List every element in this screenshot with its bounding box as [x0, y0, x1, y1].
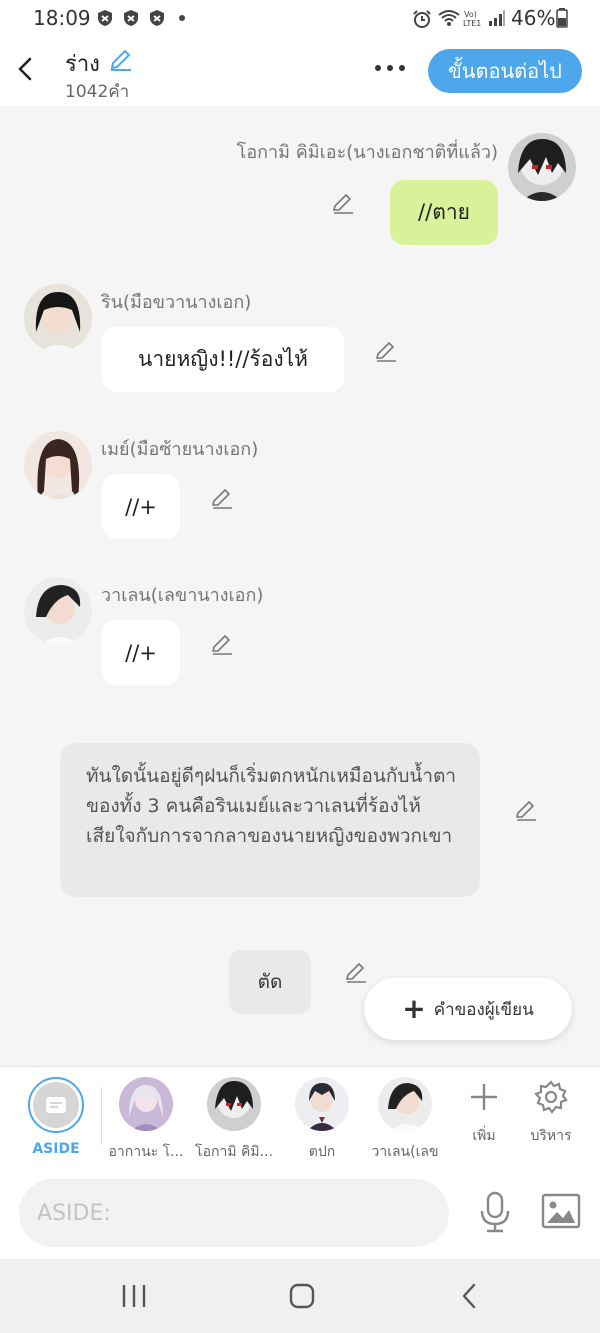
cut-block[interactable]: ตัด — [229, 950, 311, 1014]
svg-text:Vo): Vo) — [464, 10, 477, 19]
character-name: อากานะ โ... — [108, 1144, 184, 1160]
character-name: วาเลน(เลข — [371, 1144, 439, 1160]
character-item[interactable]: ตปก — [277, 1077, 367, 1163]
avatar — [207, 1077, 261, 1131]
avatar — [378, 1077, 432, 1131]
author-words-label: คำของผู้เขียน — [433, 999, 534, 1020]
status-bar: 18:09 Vo) LTE1 46% — [0, 0, 600, 36]
avatar[interactable] — [508, 133, 576, 201]
message-bubble[interactable]: //+ — [102, 620, 180, 685]
avatar[interactable] — [24, 284, 92, 352]
wifi-icon — [438, 10, 460, 26]
shield-icon — [98, 10, 112, 26]
character-name: ตปก — [308, 1144, 336, 1160]
character-bar: ASIDE อากานะ โ... โอกามิ คิมิ... ตปก วาเ… — [0, 1066, 600, 1172]
speaker-name: เมย์(มือซ้ายนางเอก) — [101, 439, 259, 460]
shield-icon — [150, 10, 164, 26]
status-time: 18:09 — [33, 6, 91, 30]
avatar[interactable] — [24, 577, 92, 645]
app-header: ร่าง 1042คำ ขั้นตอนต่อไป — [0, 36, 600, 106]
character-name: โอกามิ คิมิ... — [195, 1144, 273, 1160]
battery-percent: 46% — [511, 6, 556, 30]
speaker-name: โอกามิ คิมิเอะ(นางเอกชาติที่แล้ว) — [236, 142, 498, 163]
edit-icon[interactable] — [210, 486, 234, 510]
edit-icon[interactable] — [210, 632, 234, 656]
message-bubble[interactable]: //+ — [102, 474, 180, 539]
speaker-name: วาเลน(เลขานางเอก) — [101, 585, 264, 606]
manage-button[interactable]: บริหาร — [506, 1077, 596, 1147]
back-icon[interactable] — [14, 54, 38, 84]
manage-label: บริหาร — [530, 1128, 572, 1144]
character-item[interactable]: โอกามิ คิมิ... — [189, 1077, 279, 1163]
message-bubble[interactable]: นายหญิง!!//ร้องไห้ — [102, 327, 344, 392]
narration-text: ทันใดนั้นอยู่ดีๆฝนก็เริ่มตกหนักเหมือนกับ… — [86, 765, 457, 847]
character-aside[interactable]: ASIDE — [11, 1077, 101, 1157]
battery-icon — [556, 8, 568, 28]
system-nav-bar — [0, 1259, 600, 1333]
character-item[interactable]: อากานะ โ... — [101, 1077, 191, 1163]
recent-apps-icon[interactable] — [120, 1283, 148, 1309]
word-count: 1042คำ — [65, 82, 130, 102]
avatar — [295, 1077, 349, 1131]
nav-back-icon[interactable] — [458, 1281, 480, 1311]
aside-label: ASIDE — [32, 1141, 80, 1157]
gear-icon — [534, 1080, 568, 1114]
speaker-name: ริน(มือขวานางเอก) — [101, 292, 252, 313]
plus-icon — [471, 1084, 497, 1110]
edit-icon[interactable] — [331, 191, 355, 215]
shield-icon — [124, 10, 138, 26]
signal-icon — [489, 10, 505, 26]
edit-icon[interactable] — [344, 960, 368, 984]
image-icon[interactable] — [541, 1193, 581, 1229]
edit-icon[interactable] — [514, 798, 538, 822]
author-words-button[interactable]: + คำของผู้เขียน — [364, 978, 572, 1040]
home-icon[interactable] — [288, 1282, 316, 1310]
dot-icon — [179, 15, 185, 21]
narration-bubble[interactable]: ทันใดนั้นอยู่ดีๆฝนก็เริ่มตกหนักเหมือนกับ… — [60, 743, 480, 897]
page-title: ร่าง — [65, 52, 100, 77]
edit-title-icon[interactable] — [108, 46, 134, 72]
speech-icon — [46, 1097, 66, 1113]
avatar — [119, 1077, 173, 1131]
chat-area: โอกามิ คิมิเอะ(นางเอกชาติที่แล้ว) //ตาย … — [0, 106, 600, 1066]
plus-icon: + — [402, 992, 426, 1025]
avatar[interactable] — [24, 431, 92, 499]
alarm-icon — [413, 10, 431, 28]
character-item[interactable]: วาเลน(เลข — [360, 1077, 450, 1163]
svg-text:LTE1: LTE1 — [463, 19, 481, 27]
message-input[interactable] — [19, 1179, 449, 1247]
next-step-button[interactable]: ขั้นตอนต่อไป — [428, 49, 582, 93]
message-bubble[interactable]: //ตาย — [390, 180, 498, 245]
aside-avatar — [28, 1077, 84, 1133]
edit-icon[interactable] — [374, 339, 398, 363]
mic-icon[interactable] — [478, 1191, 512, 1233]
input-bar — [0, 1171, 600, 1259]
more-icon[interactable] — [372, 60, 408, 76]
volte-icon: Vo)LTE1 — [463, 10, 481, 27]
